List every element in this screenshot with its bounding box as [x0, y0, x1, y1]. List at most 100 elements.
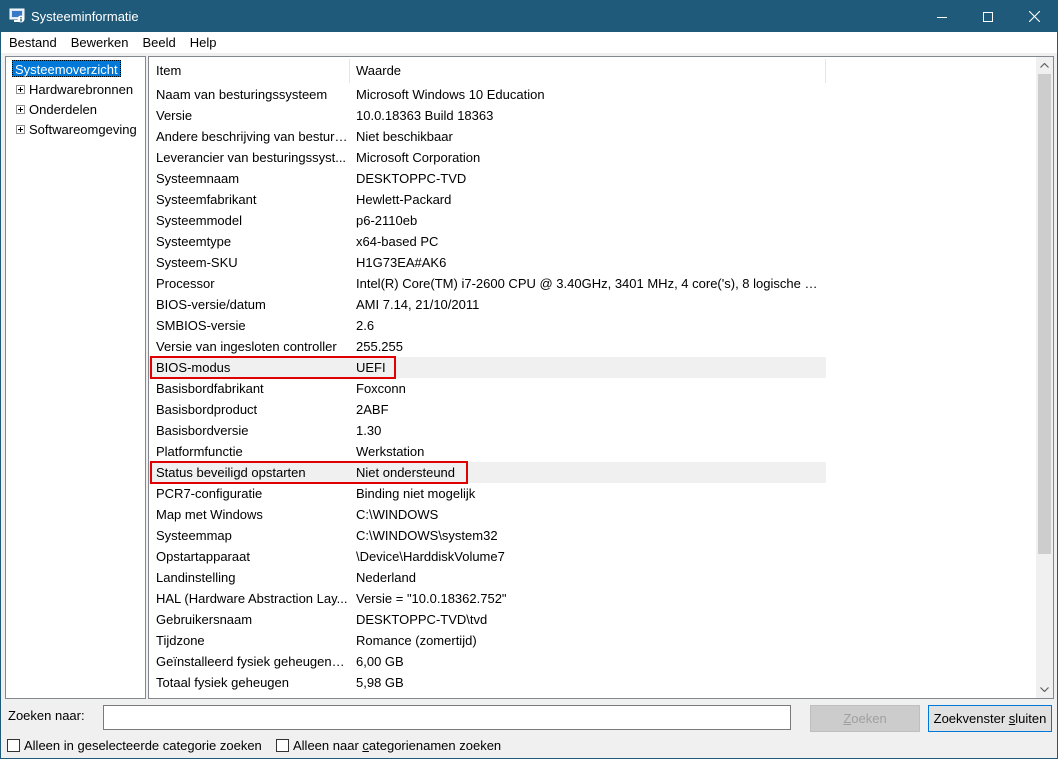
category-names-checkbox[interactable]: [276, 739, 289, 752]
cell-value: H1G73EA#AK6: [356, 255, 447, 270]
table-row[interactable]: Status beveiligd opstarten Niet ondersteu…: [149, 462, 826, 483]
cell-item: Versie van ingesloten controller: [156, 339, 337, 354]
cell-item: Tijdzone: [156, 633, 205, 648]
table-row[interactable]: Totaal fysiek geheugen 5,98 GB: [149, 672, 826, 693]
find-button[interactable]: Zoeken: [810, 705, 920, 732]
table-row[interactable]: Geïnstalleerd fysiek geheugen (... 6,00 G…: [149, 651, 826, 672]
table-row[interactable]: Systeemmap C:\WINDOWS\system32: [149, 525, 826, 546]
cell-item: Totaal fysiek geheugen: [156, 675, 289, 690]
title-bar[interactable]: Systeeminformatie: [1, 1, 1057, 32]
search-input[interactable]: [103, 705, 791, 730]
table-row[interactable]: Map met Windows C:\WINDOWS: [149, 504, 826, 525]
cell-value: DESKTOPPC-TVD\tvd: [356, 612, 488, 627]
cell-value: Romance (zomertijd): [356, 633, 477, 648]
table-row[interactable]: BIOS-modus UEFI: [149, 357, 826, 378]
cell-value: AMI 7.14, 21/10/2011: [356, 297, 480, 312]
column-divider[interactable]: [825, 59, 826, 83]
menu-help[interactable]: Help: [184, 33, 223, 52]
table-row[interactable]: Versie van ingesloten controller 255.255: [149, 336, 826, 357]
scroll-up-button[interactable]: [1036, 57, 1053, 74]
tree-item-systeemoverzicht[interactable]: Systeemoverzicht: [12, 60, 121, 77]
table-row[interactable]: Landinstelling Nederland: [149, 567, 826, 588]
cell-value: Werkstation: [356, 444, 425, 459]
expand-icon[interactable]: [16, 84, 25, 94]
column-header-waarde[interactable]: Waarde: [349, 57, 401, 84]
menu-bar: Bestand Bewerken Beeld Help: [1, 32, 1057, 53]
cell-item: PCR7-configuratie: [156, 486, 263, 501]
table-row[interactable]: Versie 10.0.18363 Build 18363: [149, 105, 826, 126]
table-row[interactable]: Systeem-SKU H1G73EA#AK6: [149, 252, 826, 273]
chevron-up-icon: [1040, 63, 1049, 68]
table-row[interactable]: Basisbordproduct 2ABF: [149, 399, 826, 420]
cell-item: Geïnstalleerd fysiek geheugen (...: [156, 654, 348, 669]
window-title: Systeeminformatie: [31, 9, 139, 24]
tree-item-label: Onderdelen: [29, 101, 97, 117]
cell-value: Foxconn: [356, 381, 406, 396]
tree-item-hardwarebronnen[interactable]: Hardwarebronnen: [6, 79, 133, 99]
cell-item: Systeemmodel: [156, 213, 242, 228]
column-header-item[interactable]: Item: [149, 57, 181, 84]
list-body: Naam van besturingssysteem Microsoft Wind…: [149, 84, 1035, 698]
cell-item: Systeemtype: [156, 234, 232, 249]
tree-item-onderdelen[interactable]: Onderdelen: [6, 99, 97, 119]
menu-bewerken[interactable]: Bewerken: [65, 33, 135, 52]
cell-value: 2ABF: [356, 402, 389, 417]
cell-value: C:\WINDOWS: [356, 507, 439, 522]
table-row[interactable]: SMBIOS-versie 2.6: [149, 315, 826, 336]
cell-value: C:\WINDOWS\system32: [356, 528, 498, 543]
category-names-label: Alleen naar categorienamen zoeken: [293, 738, 502, 753]
table-row[interactable]: PCR7-configuratie Binding niet mogelijk: [149, 483, 826, 504]
table-row[interactable]: Gebruikersnaam DESKTOPPC-TVD\tvd: [149, 609, 826, 630]
cell-value: p6-2110eb: [356, 213, 418, 228]
cell-item: Systeem-SKU: [156, 255, 238, 270]
cell-value: Binding niet mogelijk: [356, 486, 476, 501]
list-header: Item Waarde: [149, 57, 1035, 84]
cell-value: Microsoft Windows 10 Education: [356, 87, 545, 102]
table-row[interactable]: Naam van besturingssysteem Microsoft Wind…: [149, 84, 826, 105]
table-row[interactable]: Leverancier van besturingssyst... Microso…: [149, 147, 826, 168]
selected-category-checkbox[interactable]: [7, 739, 20, 752]
table-row[interactable]: Basisbordversie 1.30: [149, 420, 826, 441]
option-category-names[interactable]: Alleen naar categorienamen zoeken: [276, 738, 501, 753]
cell-item: Basisbordproduct: [156, 402, 258, 417]
table-row[interactable]: Processor Intel(R) Core(TM) i7-2600 CPU @…: [149, 273, 826, 294]
table-row[interactable]: Systeemfabrikant Hewlett-Packard: [149, 189, 826, 210]
cell-value: Intel(R) Core(TM) i7-2600 CPU @ 3.40GHz,…: [356, 276, 824, 291]
cell-item: SMBIOS-versie: [156, 318, 246, 333]
option-selected-category[interactable]: Alleen in geselecteerde categorie zoeken: [7, 738, 262, 753]
find-button-label: Zoeken: [843, 711, 887, 726]
menu-bestand[interactable]: Bestand: [3, 33, 63, 52]
table-row[interactable]: Systeemmodel p6-2110eb: [149, 210, 826, 231]
tree-item-label: Hardwarebronnen: [29, 81, 134, 97]
vertical-scrollbar[interactable]: [1036, 57, 1053, 698]
menu-beeld[interactable]: Beeld: [137, 33, 182, 52]
tree-item-softwareomgeving[interactable]: Softwareomgeving: [6, 119, 137, 139]
expand-icon[interactable]: [16, 124, 25, 134]
table-row[interactable]: Tijdzone Romance (zomertijd): [149, 630, 826, 651]
minimize-button[interactable]: [919, 1, 965, 32]
table-row[interactable]: HAL (Hardware Abstraction Lay... Versie =…: [149, 588, 826, 609]
cell-value: DESKTOPPC-TVD: [356, 171, 467, 186]
table-row[interactable]: Andere beschrijving van besturi... Niet b…: [149, 126, 826, 147]
close-button[interactable]: [1011, 1, 1057, 32]
cell-value: Niet ondersteund: [356, 465, 456, 480]
cell-item: Andere beschrijving van besturi...: [156, 129, 348, 144]
scroll-thumb[interactable]: [1038, 74, 1051, 554]
close-icon: [1028, 11, 1040, 22]
expand-icon[interactable]: [16, 104, 25, 114]
table-row[interactable]: Systeemnaam DESKTOPPC-TVD: [149, 168, 826, 189]
table-row[interactable]: Systeemtype x64-based PC: [149, 231, 826, 252]
cell-item: Systeemfabrikant: [156, 192, 257, 207]
cell-value: 10.0.18363 Build 18363: [356, 108, 494, 123]
table-row[interactable]: Opstartapparaat \Device\HarddiskVolume7: [149, 546, 826, 567]
table-row[interactable]: Basisbordfabrikant Foxconn: [149, 378, 826, 399]
cell-value: Hewlett-Packard: [356, 192, 452, 207]
scroll-down-button[interactable]: [1036, 681, 1053, 698]
cell-item: Processor: [156, 276, 215, 291]
table-row[interactable]: BIOS-versie/datum AMI 7.14, 21/10/2011: [149, 294, 826, 315]
cell-value: 1.30: [356, 423, 382, 438]
close-search-button[interactable]: Zoekvenster sluiten: [928, 705, 1052, 732]
table-row[interactable]: Platformfunctie Werkstation: [149, 441, 826, 462]
cell-item: Basisbordfabrikant: [156, 381, 264, 396]
maximize-button[interactable]: [965, 1, 1011, 32]
